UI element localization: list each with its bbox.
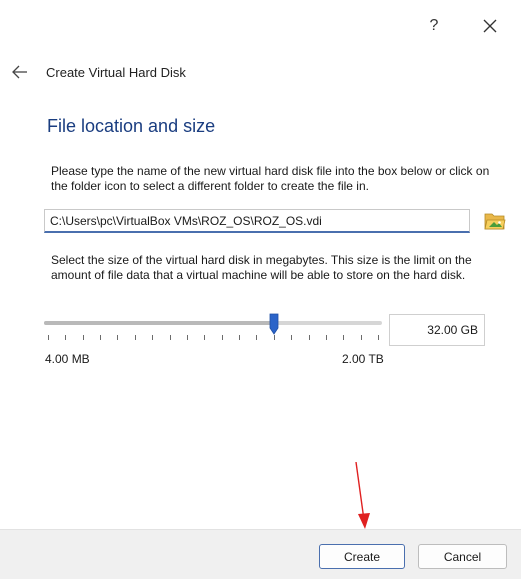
slider-tick [256, 335, 258, 340]
slider-tick [117, 335, 119, 340]
arrow-left-icon [12, 65, 27, 79]
back-button[interactable] [8, 60, 32, 84]
choose-folder-button[interactable] [484, 211, 506, 231]
slider-fill [44, 321, 274, 325]
slider-tick [48, 335, 49, 340]
slider-tick [343, 335, 345, 340]
section-title: File location and size [47, 116, 216, 136]
slider-tick [308, 335, 310, 340]
slider-tick [325, 335, 327, 340]
slider-thumb[interactable] [269, 313, 279, 335]
help-button[interactable]: ? [414, 12, 454, 40]
slider-tick [239, 335, 241, 340]
folder-open-icon [484, 213, 506, 230]
slider-tick [169, 335, 171, 340]
close-button[interactable] [470, 12, 510, 40]
slider-tick [221, 335, 223, 340]
size-description: Select the size of the virtual hard disk… [51, 253, 472, 282]
slider-tick [186, 335, 188, 340]
create-virtual-hard-disk-dialog: ? Create Virtual Hard Disk File location… [0, 0, 521, 579]
annotation-arrow-icon [355, 462, 370, 529]
slider-tick [134, 335, 136, 340]
close-icon [483, 19, 497, 33]
location-input[interactable] [44, 209, 470, 233]
dialog-footer: Create Cancel [0, 529, 521, 579]
wizard-header: Create Virtual Hard Disk [8, 60, 186, 84]
slider-tick [100, 335, 102, 340]
slider-tick [273, 335, 275, 340]
slider-tick [291, 335, 293, 340]
create-button[interactable]: Create [319, 544, 405, 569]
slider-tick [360, 335, 362, 340]
slider-min-label: 4.00 MB [45, 352, 90, 366]
disk-size-slider[interactable] [44, 313, 384, 343]
slider-tick [82, 335, 84, 340]
slider-tick [204, 335, 206, 340]
slider-max-label: 2.00 TB [342, 352, 384, 366]
cancel-button[interactable]: Cancel [418, 544, 507, 569]
location-description: Please type the name of the new virtual … [51, 164, 490, 193]
help-label: ? [429, 17, 439, 34]
wizard-title: Create Virtual Hard Disk [46, 64, 186, 80]
slider-tick [65, 335, 67, 340]
disk-size-input[interactable] [389, 314, 485, 346]
slider-tick [378, 335, 379, 340]
slider-tick [152, 335, 154, 340]
